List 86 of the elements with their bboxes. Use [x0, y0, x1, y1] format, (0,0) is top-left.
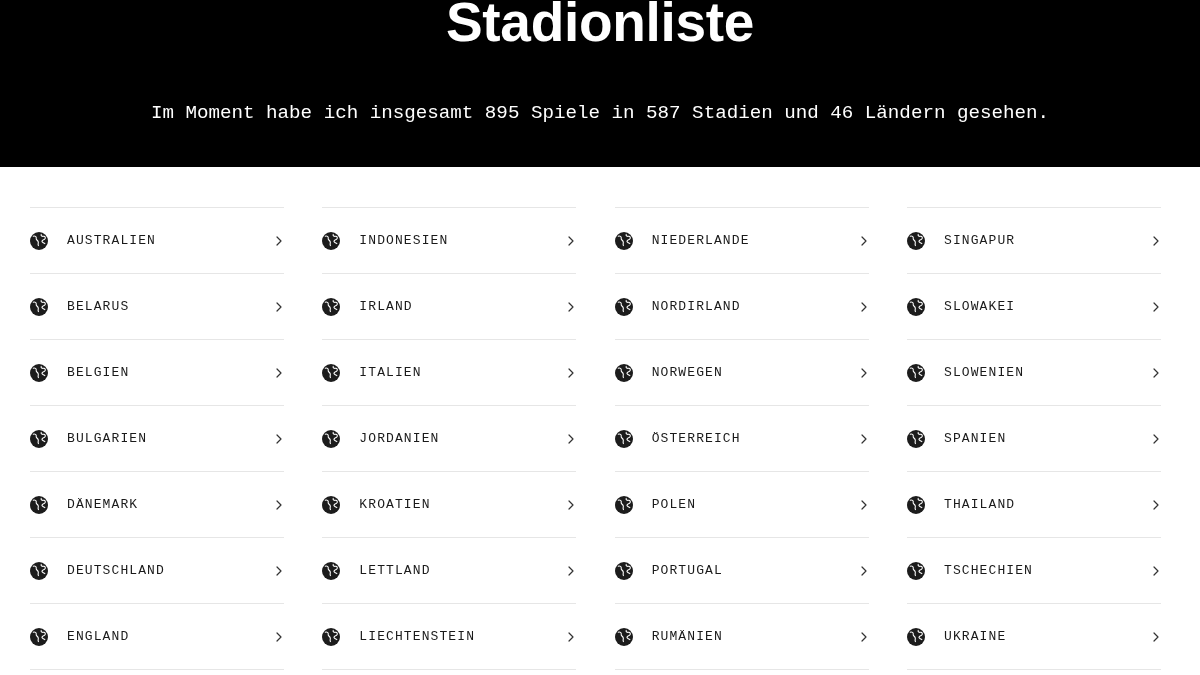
country-link[interactable]: THAILAND: [907, 495, 1161, 514]
globe-icon: [907, 363, 925, 382]
globe-icon: [614, 561, 633, 580]
chevron-right-icon: [1153, 301, 1159, 312]
globe-icon: [614, 627, 633, 646]
country-link[interactable]: RUMÄNIEN: [614, 627, 869, 646]
globe-icon: [322, 627, 341, 646]
country-link[interactable]: TSCHECHIEN: [907, 561, 1161, 580]
country-link[interactable]: KROATIEN: [322, 495, 577, 514]
chevron-right-icon: [568, 499, 575, 510]
country-link[interactable]: AUSTRALIEN: [30, 231, 284, 250]
country-link[interactable]: SPANIEN: [907, 429, 1161, 448]
globe-icon: [614, 429, 633, 448]
country-link[interactable]: INDONESIEN: [322, 231, 577, 250]
chevron-right-icon: [860, 235, 867, 246]
globe-icon: [907, 297, 925, 316]
globe-icon: [30, 363, 48, 382]
country-link[interactable]: NORWEGEN: [614, 363, 869, 382]
globe-icon: [30, 297, 48, 316]
chevron-right-icon: [568, 301, 575, 312]
country-link[interactable]: PORTUGAL: [614, 561, 869, 580]
chevron-right-icon: [1153, 433, 1159, 444]
chevron-right-icon: [1153, 565, 1159, 576]
chevron-right-icon: [860, 433, 867, 444]
chevron-right-icon: [276, 367, 282, 378]
globe-icon: [30, 429, 48, 448]
globe-icon: [614, 363, 633, 382]
country-link[interactable]: DEUTSCHLAND: [30, 561, 284, 580]
country-link[interactable]: UKRAINE: [907, 627, 1161, 646]
globe-icon: [30, 561, 48, 580]
globe-icon: [322, 429, 341, 448]
country-link[interactable]: BULGARIEN: [30, 429, 284, 448]
country-link[interactable]: ÖSTERREICH: [614, 429, 869, 448]
globe-icon: [322, 495, 341, 514]
chevron-right-icon: [1153, 499, 1159, 510]
country-link[interactable]: BELARUS: [30, 297, 284, 316]
country-link[interactable]: NORDIRLAND: [614, 297, 869, 316]
chevron-right-icon: [860, 499, 867, 510]
chevron-right-icon: [276, 499, 282, 510]
country-link[interactable]: LETTLAND: [322, 561, 577, 580]
chevron-right-icon: [276, 631, 282, 642]
globe-icon: [907, 429, 925, 448]
chevron-right-icon: [276, 301, 282, 312]
country-link[interactable]: POLEN: [614, 495, 869, 514]
country-link[interactable]: SLOWAKEI: [907, 297, 1161, 316]
chevron-right-icon: [860, 631, 867, 642]
chevron-right-icon: [568, 565, 575, 576]
country-link[interactable]: JORDANIEN: [322, 429, 577, 448]
country-link[interactable]: LIECHTENSTEIN: [322, 627, 577, 646]
chevron-right-icon: [860, 367, 867, 378]
globe-icon: [907, 495, 925, 514]
country-link[interactable]: DÄNEMARK: [30, 495, 284, 514]
country-link[interactable]: NIEDERLANDE: [614, 231, 869, 250]
intro-text: Im Moment habe ich insgesamt 895 Spiele in 587 Stadien und 46 Ländern gesehen.: [150, 101, 1050, 125]
country-link[interactable]: SLOWENIEN: [907, 363, 1161, 382]
globe-icon: [907, 627, 925, 646]
globe-icon: [30, 495, 48, 514]
globe-icon: [30, 627, 48, 646]
globe-icon: [907, 561, 925, 580]
country-link[interactable]: BELGIEN: [30, 363, 284, 382]
country-link[interactable]: IRLAND: [322, 297, 577, 316]
chevron-right-icon: [568, 631, 575, 642]
globe-icon: [322, 231, 341, 250]
globe-icon: [322, 561, 341, 580]
globe-icon: [614, 495, 633, 514]
chevron-right-icon: [568, 235, 575, 246]
globe-icon: [907, 231, 925, 250]
chevron-right-icon: [276, 433, 282, 444]
globe-icon: [614, 231, 633, 250]
country-link[interactable]: ITALIEN: [322, 363, 577, 382]
chevron-right-icon: [1153, 631, 1159, 642]
chevron-right-icon: [568, 433, 575, 444]
chevron-right-icon: [1153, 235, 1159, 246]
globe-icon: [30, 231, 48, 250]
chevron-right-icon: [860, 565, 867, 576]
chevron-right-icon: [1153, 367, 1159, 378]
page-title: Stadionliste: [445, 0, 755, 44]
chevron-right-icon: [276, 235, 282, 246]
chevron-right-icon: [568, 367, 575, 378]
country-link[interactable]: ENGLAND: [30, 627, 284, 646]
globe-icon: [322, 363, 341, 382]
globe-icon: [614, 297, 633, 316]
country-link[interactable]: SINGAPUR: [907, 231, 1161, 250]
globe-icon: [322, 297, 341, 316]
chevron-right-icon: [276, 565, 282, 576]
chevron-right-icon: [860, 301, 867, 312]
